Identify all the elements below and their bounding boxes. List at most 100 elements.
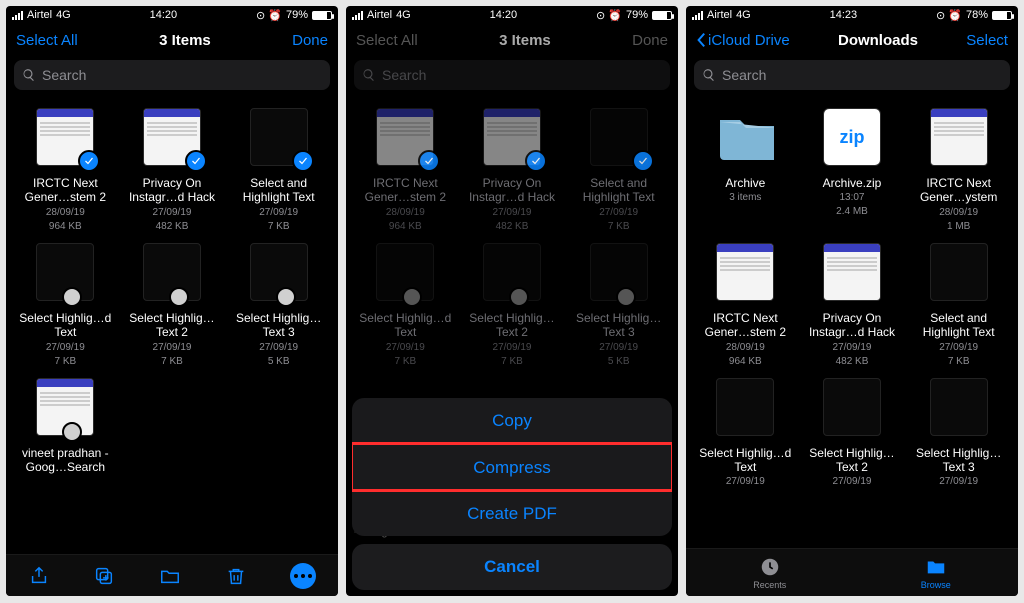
file-item[interactable]: Select Highlig…Text 2 27/09/19 7 KB — [461, 243, 564, 368]
search-field[interactable]: Search — [354, 60, 670, 90]
file-item[interactable]: Select Highlig…Text 2 27/09/19 — [801, 378, 904, 491]
select-button[interactable]: Select — [966, 32, 1008, 49]
sheet-row-copy[interactable]: Copy — [352, 398, 672, 444]
move-button[interactable] — [159, 565, 181, 587]
file-item[interactable]: Select and Highlight Text 27/09/19 7 KB — [227, 108, 330, 233]
network-label: 4G — [396, 9, 411, 21]
file-name: Select Highlig…Text 3 — [909, 446, 1009, 475]
file-item[interactable]: IRCTC Next Gener…stem 2 28/09/19 964 KB — [14, 108, 117, 233]
sheet-row-compress[interactable]: Compress — [352, 444, 672, 490]
sheet-row-create pdf[interactable]: Create PDF — [352, 490, 672, 536]
search-field[interactable]: Search — [14, 60, 330, 90]
checkmark-icon — [632, 150, 654, 172]
file-name: Select Highlig…Text 3 — [229, 311, 329, 340]
file-item[interactable]: Select Highlig…Text 3 27/09/19 — [907, 378, 1010, 491]
selection-circle[interactable] — [402, 287, 422, 307]
selection-circle[interactable] — [62, 422, 82, 442]
sheet-cancel-button[interactable]: Cancel — [352, 544, 672, 590]
file-date: 27/09/19 — [386, 342, 425, 354]
trash-button[interactable] — [225, 565, 247, 587]
tab-browse[interactable]: Browse — [921, 556, 951, 590]
file-item[interactable]: Select Highlig…d Text 27/09/19 — [694, 378, 797, 491]
file-name: Select Highlig…d Text — [355, 311, 455, 340]
nav-title: 3 Items — [499, 32, 551, 49]
file-item[interactable]: Select Highlig…Text 3 27/09/19 5 KB — [227, 243, 330, 368]
file-name: Select Highlig…d Text — [695, 446, 795, 475]
select-all-button[interactable]: Select All — [356, 32, 418, 49]
file-item[interactable]: Select and Highlight Text 27/09/19 7 KB — [907, 243, 1010, 368]
file-item[interactable]: Select Highlig…d Text 27/09/19 7 KB — [14, 243, 117, 368]
file-size: 7 KB — [501, 356, 523, 368]
file-size: 482 KB — [496, 221, 529, 233]
select-all-button[interactable]: Select All — [16, 32, 78, 49]
file-item[interactable]: Select Highlig…Text 3 27/09/19 5 KB — [567, 243, 670, 368]
back-button[interactable]: iCloud Drive — [696, 32, 790, 49]
done-button[interactable]: Done — [292, 32, 328, 49]
file-name: Select Highlig…d Text — [15, 311, 115, 340]
file-date: 27/09/19 — [153, 342, 192, 354]
file-name: Select Highlig…Text 2 — [462, 311, 562, 340]
file-name: Select Highlig…Text 3 — [569, 311, 669, 340]
selection-circle[interactable] — [509, 287, 529, 307]
checkmark-icon — [185, 150, 207, 172]
file-date: 27/09/19 — [833, 476, 872, 488]
file-date: 27/09/19 — [599, 207, 638, 219]
battery-icon — [652, 11, 672, 20]
done-button[interactable]: Done — [632, 32, 668, 49]
file-item[interactable]: IRCTC Next Gener…ystem 28/09/19 1 MB — [907, 108, 1010, 233]
battery-pct: 79% — [286, 9, 308, 21]
file-name: vineet pradhan - Goog…Search — [15, 446, 115, 475]
network-label: 4G — [736, 9, 751, 21]
selection-circle[interactable] — [616, 287, 636, 307]
status-bar: Airtel 4G 14:20 ⊙ ⏰ 79% — [346, 6, 678, 24]
file-name: IRCTC Next Gener…stem 2 — [15, 176, 115, 205]
search-icon — [362, 68, 376, 82]
file-item[interactable]: Archive 3 items — [694, 108, 797, 233]
file-item[interactable]: Select Highlig…Text 2 27/09/19 7 KB — [121, 243, 224, 368]
file-grid: IRCTC Next Gener…stem 2 28/09/19 964 KB … — [6, 98, 338, 538]
clock: 14:23 — [830, 9, 858, 21]
file-size: 5 KB — [268, 356, 290, 368]
nav-title: 3 Items — [159, 32, 211, 49]
signal-icon — [692, 11, 703, 20]
network-label: 4G — [56, 9, 71, 21]
file-date: 13:07 — [839, 192, 864, 204]
file-size: 7 KB — [948, 356, 970, 368]
nav-bar: Select All 3 Items Done — [6, 24, 338, 56]
duplicate-button[interactable] — [93, 565, 115, 587]
file-size: 964 KB — [389, 221, 422, 233]
file-item[interactable]: zip Archive.zip 13:07 2.4 MB — [801, 108, 904, 233]
selection-circle[interactable] — [169, 287, 189, 307]
file-date: 28/09/19 — [386, 207, 425, 219]
file-size: 482 KB — [156, 221, 189, 233]
file-date: 27/09/19 — [259, 207, 298, 219]
file-item[interactable]: Privacy On Instagr…d Hack 27/09/19 482 K… — [801, 243, 904, 368]
file-item[interactable]: Select Highlig…d Text 27/09/19 7 KB — [354, 243, 457, 368]
screenshot-2: Airtel 4G 14:20 ⊙ ⏰ 79% Select All 3 Ite… — [346, 6, 678, 596]
alarm-icon: ⊙ ⏰ — [596, 9, 622, 22]
signal-icon — [12, 11, 23, 20]
file-item[interactable]: IRCTC Next Gener…stem 2 28/09/19 964 KB — [354, 108, 457, 233]
tab-bar: Recents Browse — [686, 548, 1018, 596]
selection-circle[interactable] — [276, 287, 296, 307]
carrier-label: Airtel — [707, 9, 732, 21]
file-size: 7 KB — [608, 221, 630, 233]
more-button[interactable] — [290, 563, 316, 589]
file-item[interactable]: Privacy On Instagr…d Hack 27/09/19 482 K… — [461, 108, 564, 233]
file-item[interactable]: Privacy On Instagr…d Hack 27/09/19 482 K… — [121, 108, 224, 233]
file-item[interactable]: Select and Highlight Text 27/09/19 7 KB — [567, 108, 670, 233]
tab-recents[interactable]: Recents — [753, 556, 786, 590]
clock: 14:20 — [490, 9, 518, 21]
file-item[interactable]: IRCTC Next Gener…stem 2 28/09/19 964 KB — [694, 243, 797, 368]
battery-pct: 78% — [966, 9, 988, 21]
file-date: 27/09/19 — [726, 476, 765, 488]
bottom-toolbar — [6, 554, 338, 596]
search-field[interactable]: Search — [694, 60, 1010, 90]
selection-circle[interactable] — [62, 287, 82, 307]
file-item[interactable]: vineet pradhan - Goog…Search — [14, 378, 117, 479]
file-name: IRCTC Next Gener…stem 2 — [695, 311, 795, 340]
file-name: Select and Highlight Text — [909, 311, 1009, 340]
file-date: 27/09/19 — [493, 207, 532, 219]
file-grid: IRCTC Next Gener…stem 2 28/09/19 964 KB … — [346, 98, 678, 428]
share-button[interactable] — [28, 565, 50, 587]
